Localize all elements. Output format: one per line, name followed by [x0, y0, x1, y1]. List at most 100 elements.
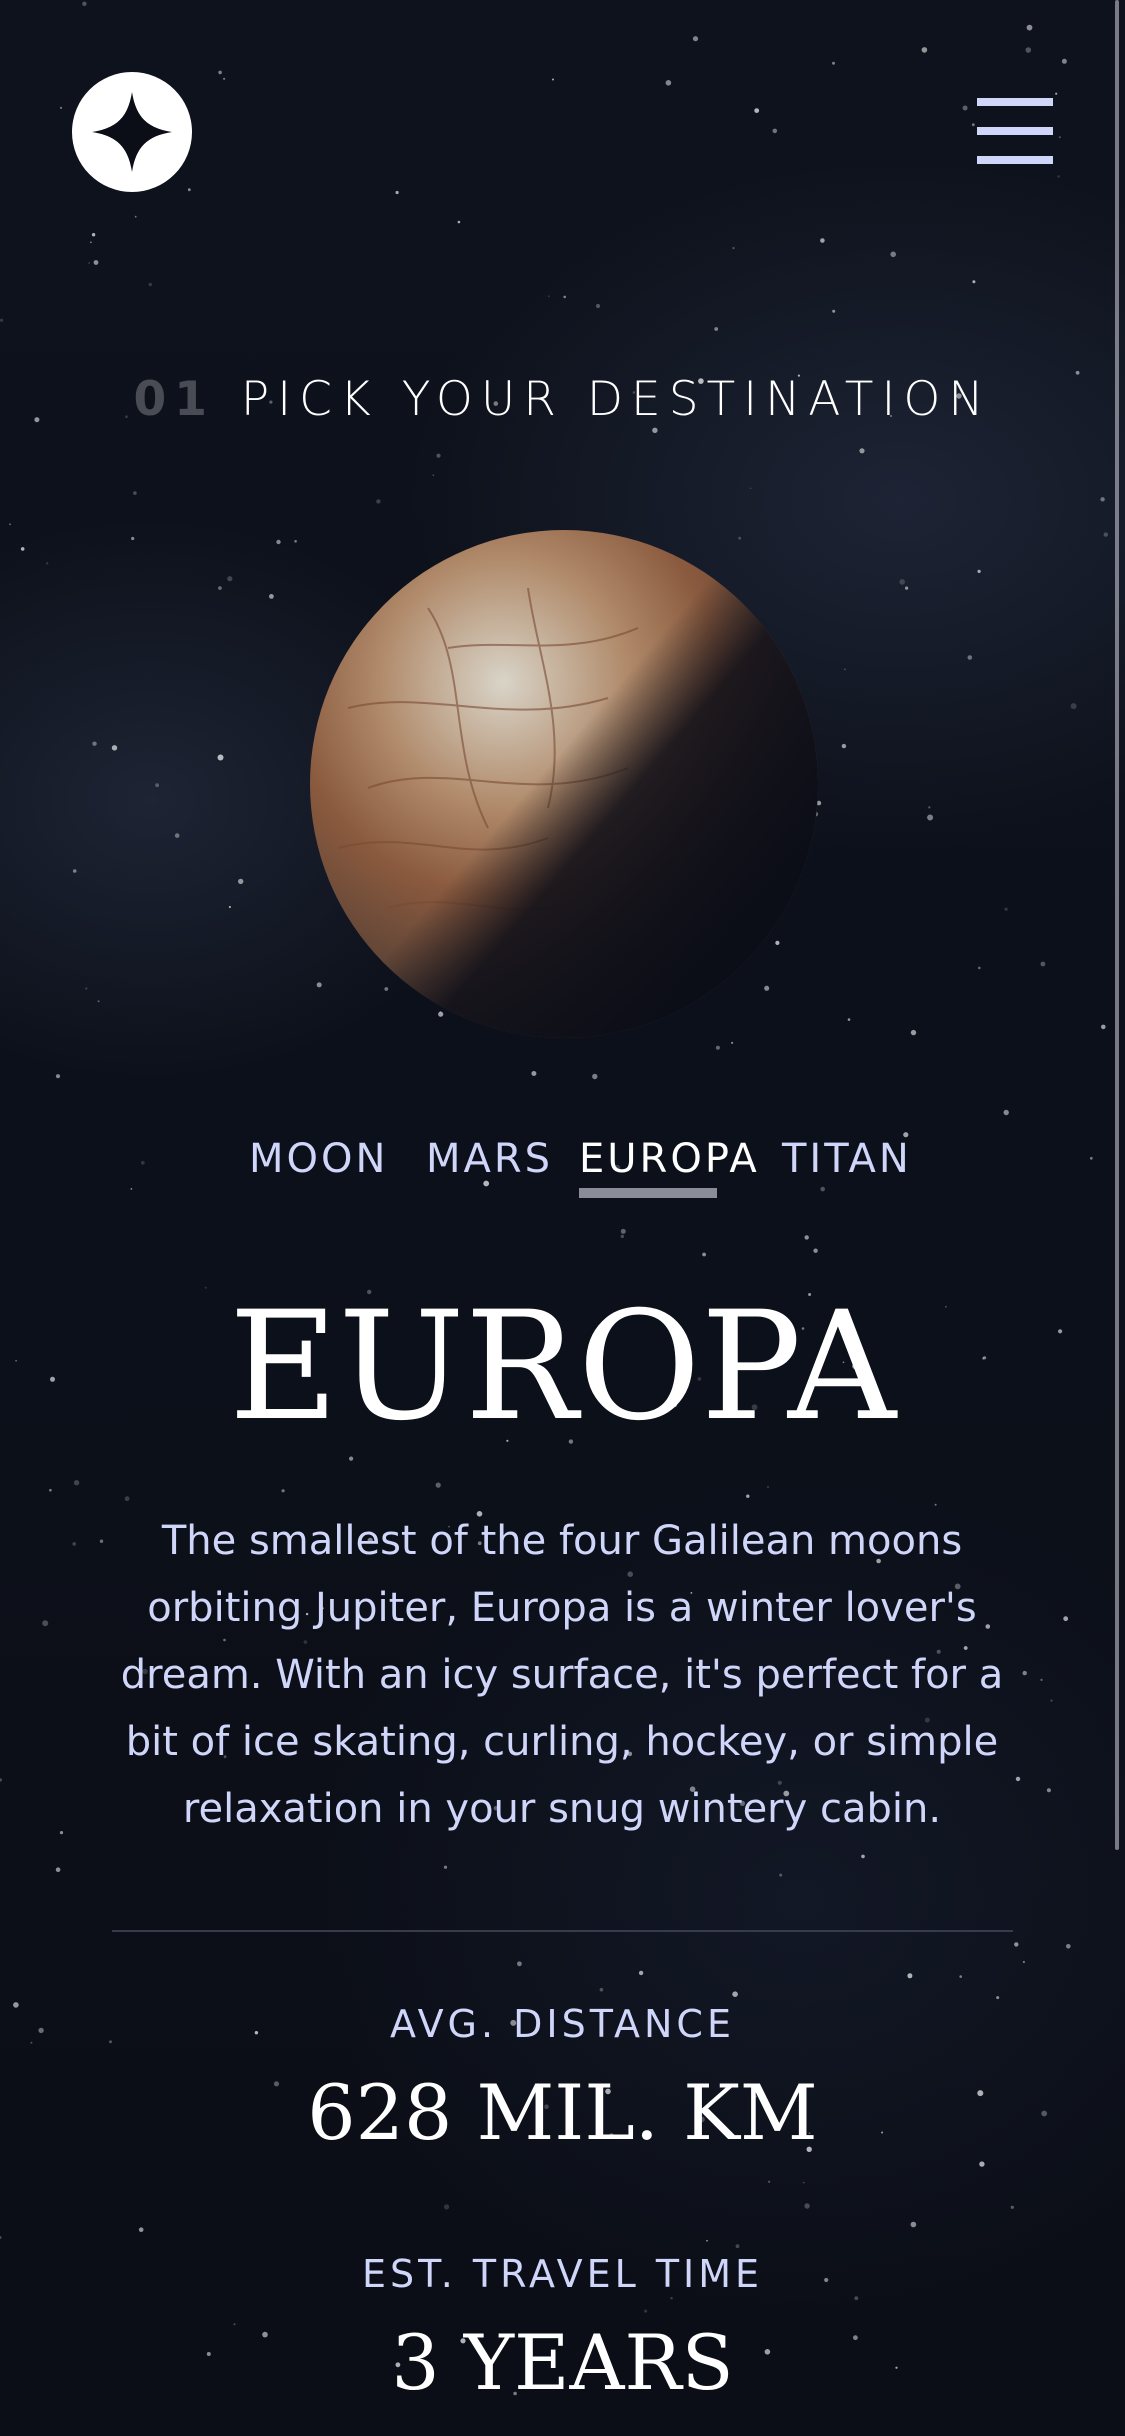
star [928, 806, 931, 809]
avg-distance-value: 628 MIL. KM [307, 2068, 818, 2157]
star [731, 1041, 734, 1044]
star [772, 128, 778, 134]
star [1070, 703, 1077, 710]
star [73, 1480, 80, 1486]
star [832, 61, 835, 65]
tab-titan[interactable]: TITAN [782, 1136, 912, 1182]
star [138, 2227, 144, 2232]
active-tab-indicator [579, 1188, 717, 1198]
star [432, 474, 435, 477]
star [779, 1873, 783, 1877]
star [899, 579, 905, 585]
star [599, 1987, 604, 1992]
tab-mars[interactable]: MARS [426, 1136, 553, 1182]
star [813, 1248, 818, 1253]
star [804, 1235, 809, 1240]
star [218, 70, 222, 75]
destination-description: The smallest of the four Galilean moons … [120, 1518, 1004, 1832]
star [962, 105, 968, 111]
star [1050, 1699, 1053, 1702]
star [531, 1071, 537, 1076]
star [395, 190, 399, 195]
star [457, 220, 461, 224]
star [9, 523, 11, 526]
star [746, 1494, 750, 1498]
star [124, 1496, 130, 1502]
star [1010, 2205, 1014, 2209]
star [42, 1620, 49, 1627]
star [227, 576, 233, 582]
star [620, 1228, 626, 1234]
star [732, 1991, 738, 1997]
star [1040, 1678, 1043, 1681]
star [276, 539, 281, 545]
star [706, 2239, 708, 2242]
star [49, 1488, 52, 1492]
star [620, 1234, 624, 1239]
star [715, 1045, 720, 1050]
star [563, 295, 566, 299]
europa-planet-image [308, 528, 820, 1040]
star [218, 586, 222, 590]
star [444, 2204, 450, 2210]
star [847, 1018, 851, 1021]
tab-moon[interactable]: MOON [249, 1136, 388, 1182]
star [517, 1961, 522, 1967]
star [1026, 24, 1033, 31]
star [59, 1831, 64, 1835]
star [692, 36, 699, 42]
star [592, 1073, 598, 1080]
star [971, 123, 975, 127]
scrollbar[interactable] [1115, 0, 1119, 1850]
star [1046, 1788, 1051, 1793]
star [595, 303, 601, 309]
star [1100, 497, 1105, 502]
star [547, 295, 550, 298]
travel-time-value: 3 YEARS [391, 2318, 734, 2407]
star [88, 262, 91, 264]
star [1003, 1109, 1009, 1116]
star [92, 741, 97, 746]
star [1066, 1944, 1071, 1949]
hamburger-menu-icon[interactable] [977, 98, 1053, 164]
star [934, 1503, 937, 1506]
heading-text: PICK YOUR DESTINATION [240, 372, 992, 427]
star [148, 282, 152, 287]
star [859, 448, 865, 454]
star [854, 2296, 859, 2301]
star [294, 540, 297, 543]
star [552, 78, 554, 81]
star [841, 743, 847, 749]
destination-title: EUROPA [228, 1280, 897, 1454]
star-logo-icon[interactable] [72, 72, 192, 192]
star [1025, 47, 1032, 53]
star [972, 280, 976, 284]
star [93, 260, 99, 265]
star [1055, 92, 1058, 95]
star [60, 106, 62, 109]
star [269, 594, 274, 599]
star [217, 754, 224, 761]
star [996, 1996, 1000, 2000]
star [804, 2203, 810, 2209]
star [133, 491, 137, 495]
star [155, 783, 160, 788]
star [134, 215, 137, 218]
divider [112, 1930, 1013, 1932]
tab-europa[interactable]: EUROPA [579, 1136, 760, 1182]
star [1022, 1960, 1025, 1964]
star [702, 1252, 706, 1257]
star [638, 1970, 644, 1976]
star [861, 1854, 865, 1859]
star [436, 453, 441, 458]
heading-number: 01 [133, 372, 215, 427]
star [238, 878, 244, 885]
star [99, 1539, 104, 1543]
star [90, 241, 92, 244]
star [72, 869, 77, 873]
star [832, 309, 836, 313]
star [443, 1865, 448, 1869]
star [1040, 961, 1046, 967]
star [844, 668, 846, 671]
star [979, 2161, 985, 2167]
